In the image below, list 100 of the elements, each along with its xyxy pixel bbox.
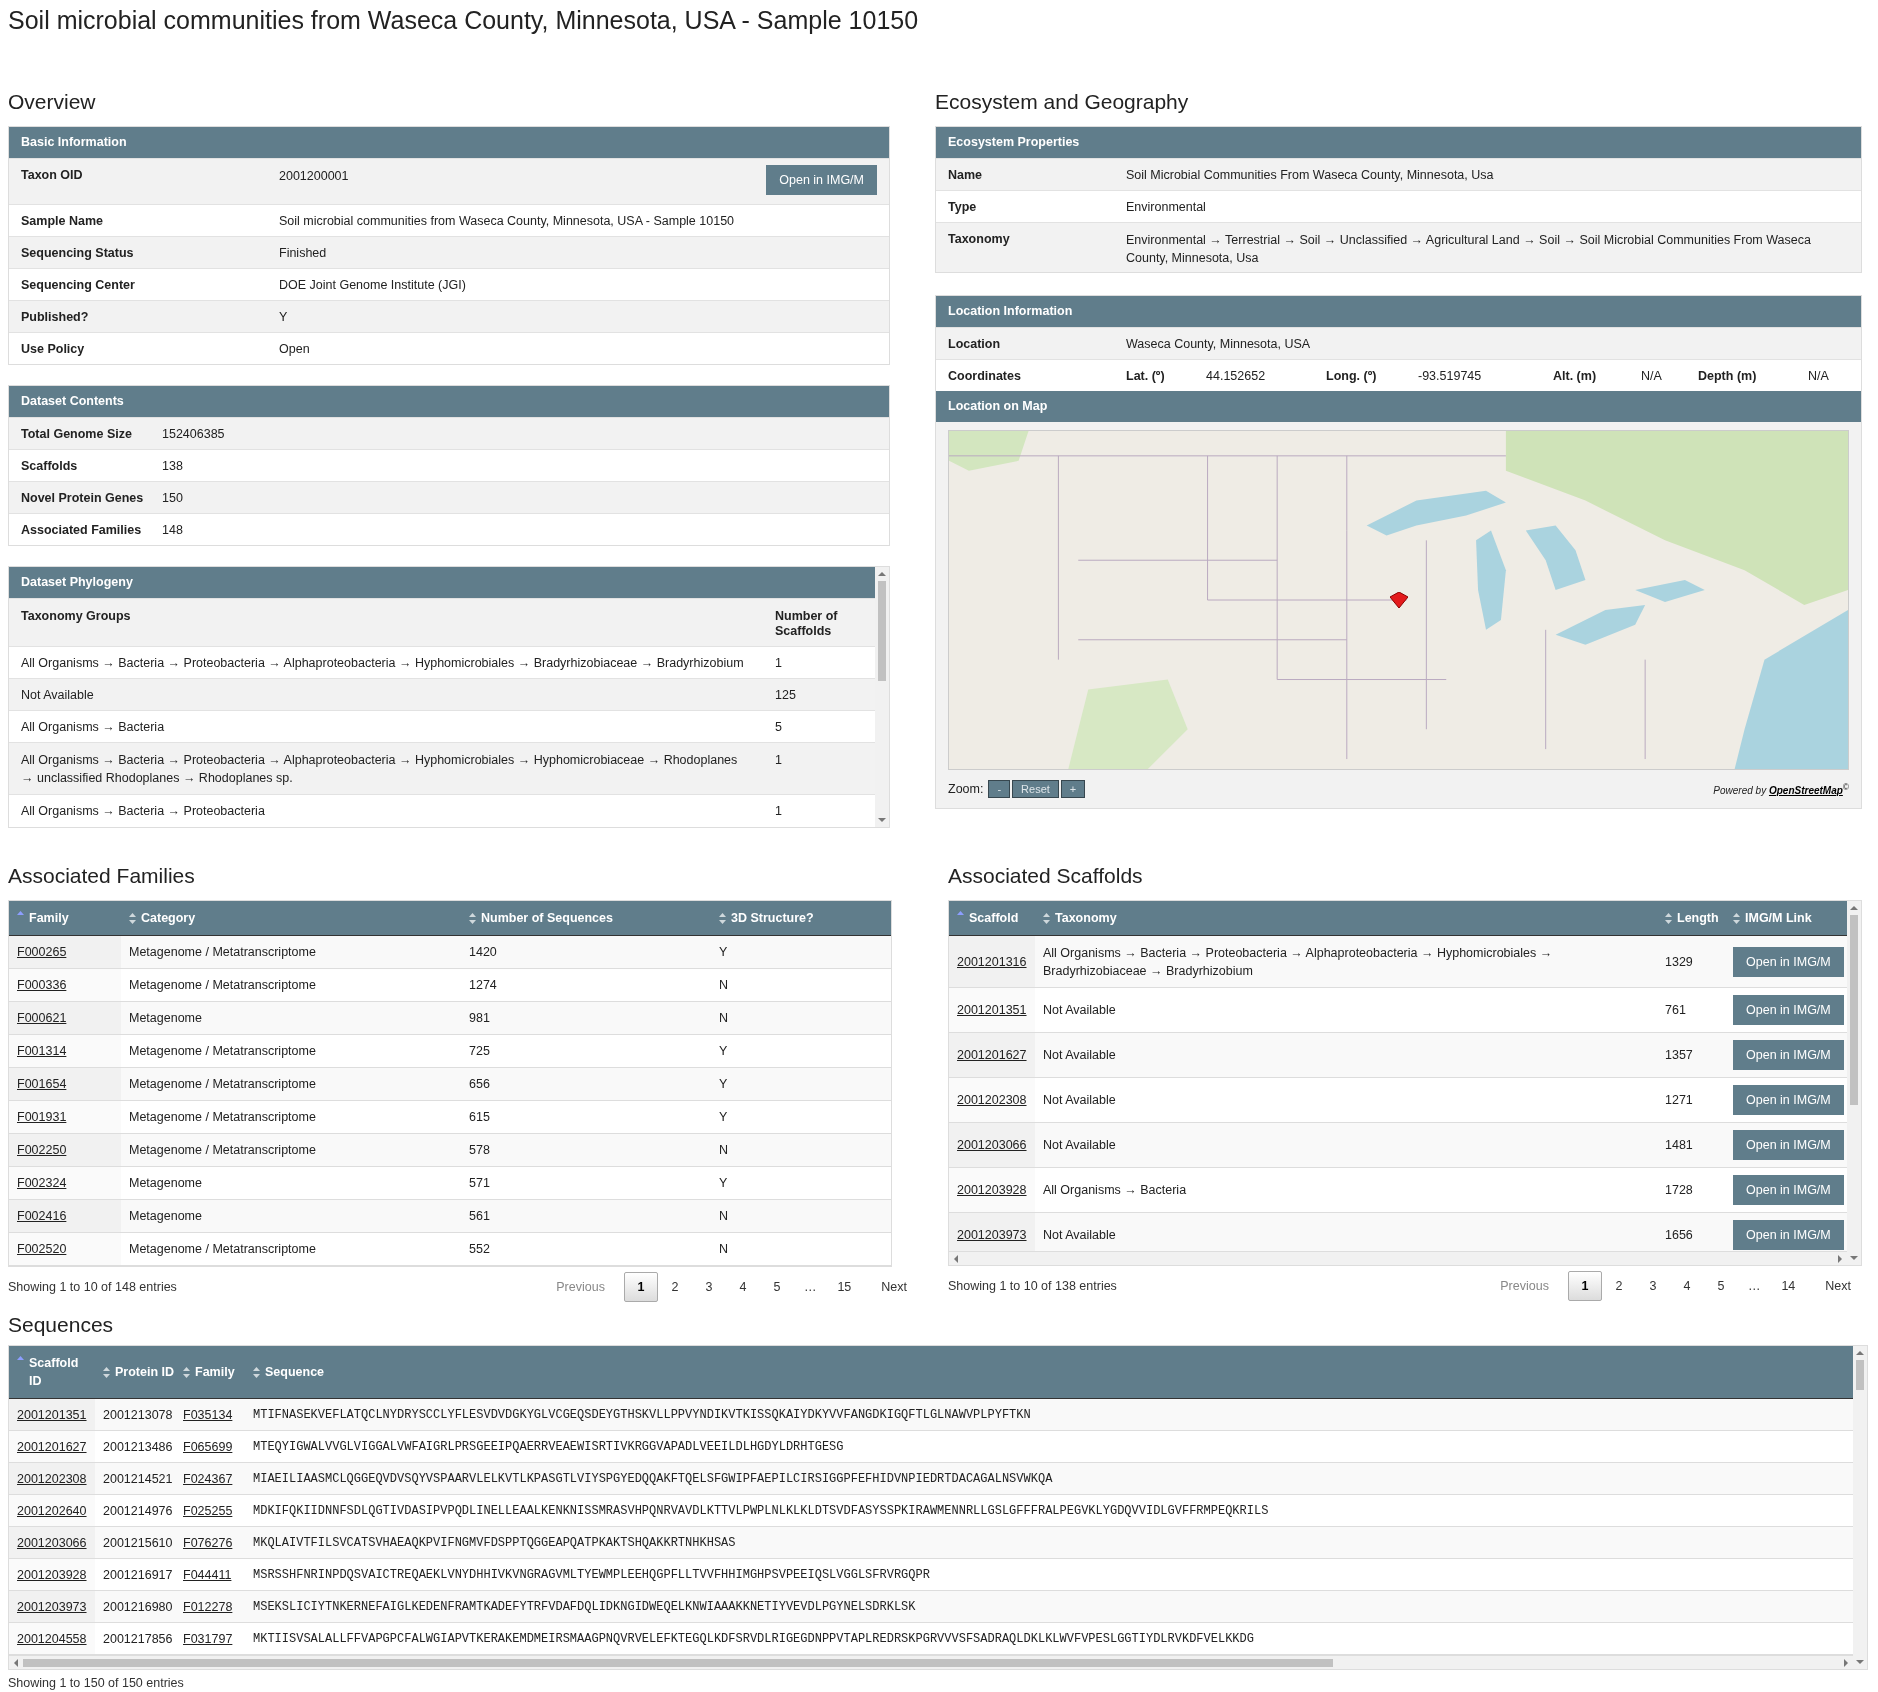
entries-info: Showing 1 to 10 of 148 entries: [8, 1280, 177, 1294]
family-link[interactable]: F025255: [183, 1501, 233, 1520]
scrollbar[interactable]: [1853, 1346, 1867, 1669]
column-header[interactable]: Taxonomy: [1035, 901, 1657, 935]
taxonomy-text: Not Available: [1043, 1227, 1116, 1244]
row-value: 148: [162, 521, 184, 539]
table-cell-text: 552: [469, 1241, 490, 1258]
field-label: Long. (º): [1326, 368, 1378, 383]
column-header[interactable]: Family: [175, 1346, 245, 1398]
page-button[interactable]: 5: [759, 1272, 794, 1302]
section-heading: Ecosystem and Geography: [935, 89, 1190, 115]
scrollbar[interactable]: [949, 1251, 1847, 1265]
table-cell-text: 578: [469, 1142, 490, 1159]
row-label: Sample Name: [21, 213, 104, 228]
page-button[interactable]: 3: [1635, 1271, 1670, 1301]
family-link[interactable]: F065699: [183, 1437, 233, 1456]
page-button[interactable]: 4: [725, 1272, 760, 1302]
family-link[interactable]: F024367: [183, 1469, 233, 1488]
page-button[interactable]: 5: [1703, 1271, 1738, 1301]
table-cell-text: 1357: [1665, 1047, 1693, 1064]
table-cell-text: N: [719, 977, 729, 994]
table-cell-text: 2001214521: [103, 1470, 173, 1488]
row-value: Finished: [279, 244, 328, 262]
row-value: Environmental → Terrestrial → Soil → Unclassified → Agricultural Land → Soil → Soil Microbial Communities From Waseca County, Minnesota, Usa: [1126, 232, 1812, 267]
family-link[interactable]: F031797: [183, 1629, 233, 1648]
sequence-text: MSEKSLICIYTNKERNEFAIGLKEDENFRAMTKADEFYTRFVDAFDQLIDKNGIDWEQELKNWIAAAKKNETIYVEVDLPGYNELSDRKLSK: [253, 1598, 916, 1616]
open-img-button[interactable]: Open in IMG/M: [766, 165, 877, 195]
table-cell-text: 1420: [469, 944, 497, 961]
page-button[interactable]: 14: [1770, 1271, 1807, 1301]
column-header: Taxonomy Groups: [21, 609, 131, 623]
table-cell-text: Metagenome / Metatranscriptome: [129, 1043, 316, 1060]
scrollbar[interactable]: [875, 567, 889, 827]
table-cell-text: Metagenome: [129, 1010, 202, 1027]
taxonomy-text: All Organisms → Bacteria: [21, 718, 166, 736]
column-header[interactable]: 3D Structure?: [711, 901, 891, 935]
field-label: Depth (m): [1698, 368, 1758, 383]
table-cell-text: 761: [1665, 1002, 1686, 1019]
row-value: Waseca County, Minnesota, USA: [1126, 335, 1312, 353]
open-img-button[interactable]: Open in IMG/M: [1733, 1085, 1844, 1115]
page-button[interactable]: 2: [1601, 1271, 1636, 1301]
row-label: Location: [948, 336, 1002, 351]
row-label: Associated Families: [21, 522, 143, 537]
table-cell-text: Metagenome / Metatranscriptome: [129, 1076, 316, 1093]
row-label: Total Genome Size: [21, 426, 133, 441]
section-heading: Sequences: [8, 1312, 115, 1338]
page-button[interactable]: 1: [623, 1272, 658, 1302]
column-header[interactable]: Sequence: [245, 1346, 1853, 1398]
zoom-button[interactable]: Reset: [1012, 780, 1059, 798]
column-header[interactable]: Scaffold ID: [9, 1346, 79, 1398]
taxonomy-text: Not Available: [1043, 1047, 1116, 1064]
zoom-button[interactable]: -: [988, 780, 1011, 798]
next-button[interactable]: Next: [870, 1272, 918, 1302]
openstreetmap-link[interactable]: OpenStreetMap: [1768, 785, 1843, 797]
family-link[interactable]: F035134: [183, 1405, 233, 1424]
column-header[interactable]: Scaffold: [949, 901, 1035, 935]
taxonomy-text: All Organisms → Bacteria → Proteobacteria → Alphaproteobacteria → Hyphomicrobiales → Bradyrhizobiaceae → Bradyrhizobium: [1043, 944, 1554, 980]
table-cell-text: 615: [469, 1109, 490, 1126]
column-header[interactable]: IMG/M Link: [1725, 901, 1847, 935]
column-header[interactable]: Number of Sequences: [461, 901, 711, 935]
page-button[interactable]: 4: [1669, 1271, 1704, 1301]
map-credit: Powered by OpenStreetMap$^{©}$: [1713, 781, 1849, 797]
sequence-text: MIAEILIAASMCLQGGEQVDVSQYVSPAARVLELKVTLKPASGTLVIYSPGYEDQQAKFTQELSFGWIPFAEPILCIRSIGGPFEFHIDVNPIEDRTDACAGALNSVWKQA: [253, 1470, 1053, 1488]
open-img-button[interactable]: Open in IMG/M: [1733, 946, 1844, 977]
column-header[interactable]: Category: [121, 901, 461, 935]
sequence-text: MKTIISVSALALLFFVAPGPCFALWGIAPVTKERAKEMDMEIRSMAAGPNQVRVELEFKTEGQLKDFSRVDLRIGEGDNPPVTAPLREDRSKPGRVVVSFSADRAQLDKLKLWVFVPESLGGTIYDLRVKDFVELKKDG: [253, 1630, 1254, 1648]
row-value: 138: [162, 457, 184, 475]
family-link[interactable]: F044411: [183, 1565, 232, 1584]
row-value: 152406385: [162, 425, 226, 443]
row-value: DOE Joint Genome Institute (JGI): [279, 276, 467, 294]
column-header[interactable]: Family: [9, 901, 121, 935]
table-cell-text: Metagenome / Metatranscriptome: [129, 1109, 316, 1126]
table-cell-text: N: [719, 1142, 729, 1159]
page-button[interactable]: 15: [826, 1272, 863, 1302]
page-button[interactable]: 2: [657, 1272, 692, 1302]
next-button[interactable]: Next: [1814, 1271, 1862, 1301]
open-img-button[interactable]: Open in IMG/M: [1733, 1220, 1844, 1250]
column-header[interactable]: Protein ID: [95, 1346, 175, 1398]
open-img-button[interactable]: Open in IMG/M: [1733, 1130, 1844, 1160]
family-link[interactable]: F076276: [183, 1533, 233, 1552]
entries-info: Showing 1 to 150 of 150 entries: [8, 1676, 185, 1690]
family-link[interactable]: F012278: [183, 1597, 233, 1616]
column-header[interactable]: Length: [1657, 901, 1725, 935]
open-img-button[interactable]: Open in IMG/M: [1733, 995, 1844, 1025]
table-cell-text: N: [719, 1208, 729, 1225]
table-cell-text: 725: [469, 1043, 490, 1060]
table-cell-text: 1329: [1665, 953, 1693, 971]
map-marker-icon[interactable]: [1389, 592, 1408, 608]
scrollbar[interactable]: [1847, 901, 1861, 1265]
page-button[interactable]: 3: [691, 1272, 726, 1302]
open-img-button[interactable]: Open in IMG/M: [1733, 1040, 1844, 1070]
table-cell-text: Y: [719, 1109, 728, 1126]
page-button[interactable]: 1: [1567, 1271, 1602, 1301]
sequence-text: MTIFNASEKVEFLATQCLNYDRYSCCLYFLESVDVDGKYGLVCGEQSDEYGTHSKVLLPPVYNDIKVTKISSQKAIYDKYVVFANGDKIGQFTLGLNAWVPLPYFTKN: [253, 1406, 1031, 1424]
table-cell-text: Y: [719, 1043, 728, 1060]
section-heading: Overview: [8, 89, 97, 115]
taxonomy-text: All Organisms → Bacteria → Proteobacteria → Alphaproteobacteria → Hyphomicrobiales → Hyphomicrobiaceae → Rhodoplanes → unclassified Rhodoplanes → Rhodoplanes sp.: [21, 752, 739, 787]
open-img-button[interactable]: Open in IMG/M: [1733, 1175, 1844, 1205]
scrollbar[interactable]: [9, 1655, 1853, 1669]
row-label: Novel Protein Genes: [21, 490, 145, 505]
table-cell-text: N: [719, 1010, 729, 1027]
